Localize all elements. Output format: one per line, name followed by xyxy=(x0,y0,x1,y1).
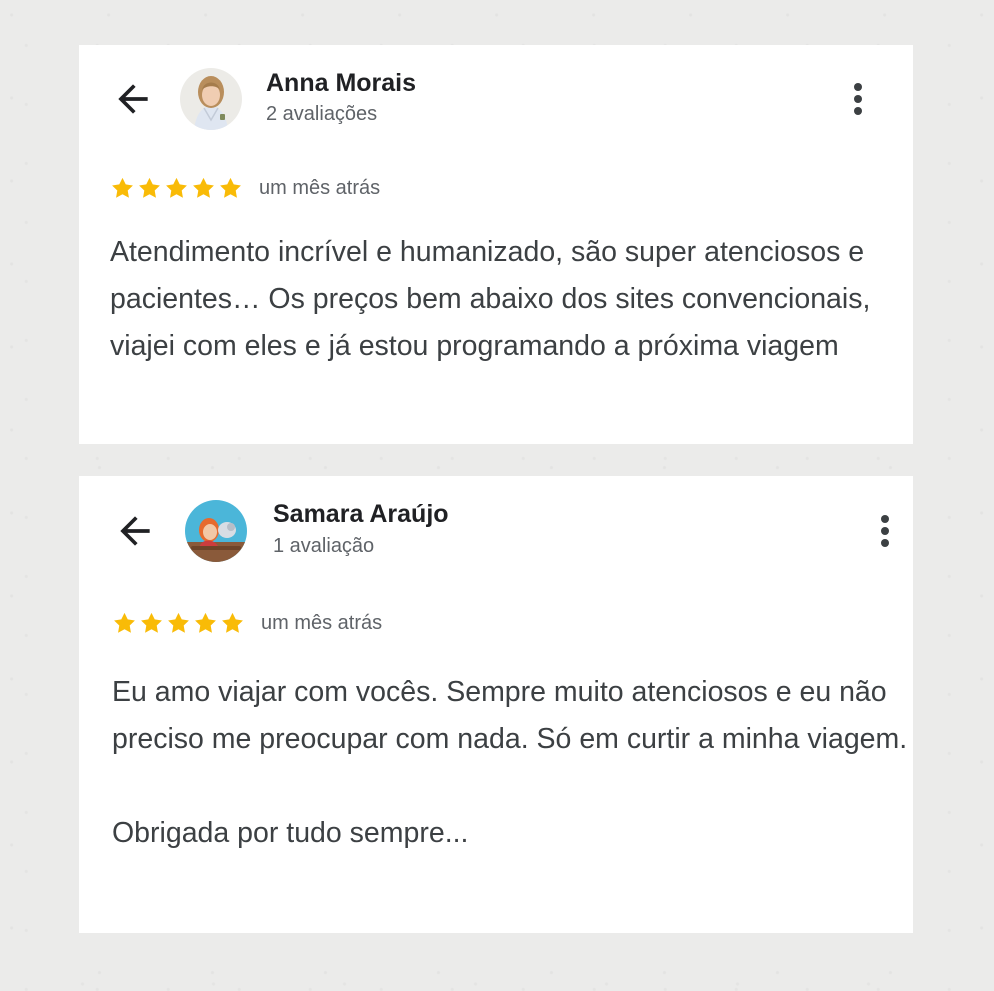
arrow-left-icon xyxy=(120,516,150,546)
star-filled-icon xyxy=(193,611,218,636)
star-filled-icon xyxy=(164,176,189,201)
reviewer-name[interactable]: Samara Araújo xyxy=(273,500,449,529)
review-text: Eu amo viajar com vocês. Sempre muito at… xyxy=(112,669,908,857)
rating-row: um mês atrás xyxy=(110,176,380,201)
review-date: um mês atrás xyxy=(261,612,383,634)
arrow-left-icon xyxy=(118,84,148,114)
star-filled-icon xyxy=(218,176,243,201)
review-paragraph: Atendimento incrível e humanizado, são s… xyxy=(110,236,871,362)
avatar[interactable] xyxy=(185,500,247,562)
star-filled-icon xyxy=(110,176,135,201)
review-card: Anna Morais 2 avaliações um mês atrás At… xyxy=(79,45,913,444)
review-count: 2 avaliações xyxy=(266,103,378,125)
star-rating xyxy=(112,611,247,636)
star-filled-icon xyxy=(166,611,191,636)
review-date: um mês atrás xyxy=(259,177,381,199)
review-card: Samara Araújo 1 avaliação um mês atrás E… xyxy=(79,476,913,933)
star-filled-icon xyxy=(137,176,162,201)
review-text: Atendimento incrível e humanizado, são s… xyxy=(110,229,900,370)
star-filled-icon xyxy=(139,611,164,636)
review-count: 1 avaliação xyxy=(273,535,375,557)
reviewer-name[interactable]: Anna Morais xyxy=(266,69,416,98)
star-filled-icon xyxy=(220,611,245,636)
review-paragraph: Eu amo viajar com vocês. Sempre muito at… xyxy=(112,676,908,755)
more-vert-icon xyxy=(854,83,862,91)
more-options-button[interactable] xyxy=(870,509,900,553)
star-filled-icon xyxy=(112,611,137,636)
back-button[interactable] xyxy=(113,509,157,553)
star-rating xyxy=(110,176,245,201)
star-filled-icon xyxy=(191,176,216,201)
back-button[interactable] xyxy=(111,77,155,121)
rating-row: um mês atrás xyxy=(112,611,382,636)
more-vert-icon xyxy=(881,515,889,523)
review-paragraph: Obrigada por tudo sempre... xyxy=(112,817,469,849)
more-options-button[interactable] xyxy=(843,77,873,121)
avatar[interactable] xyxy=(180,68,242,130)
